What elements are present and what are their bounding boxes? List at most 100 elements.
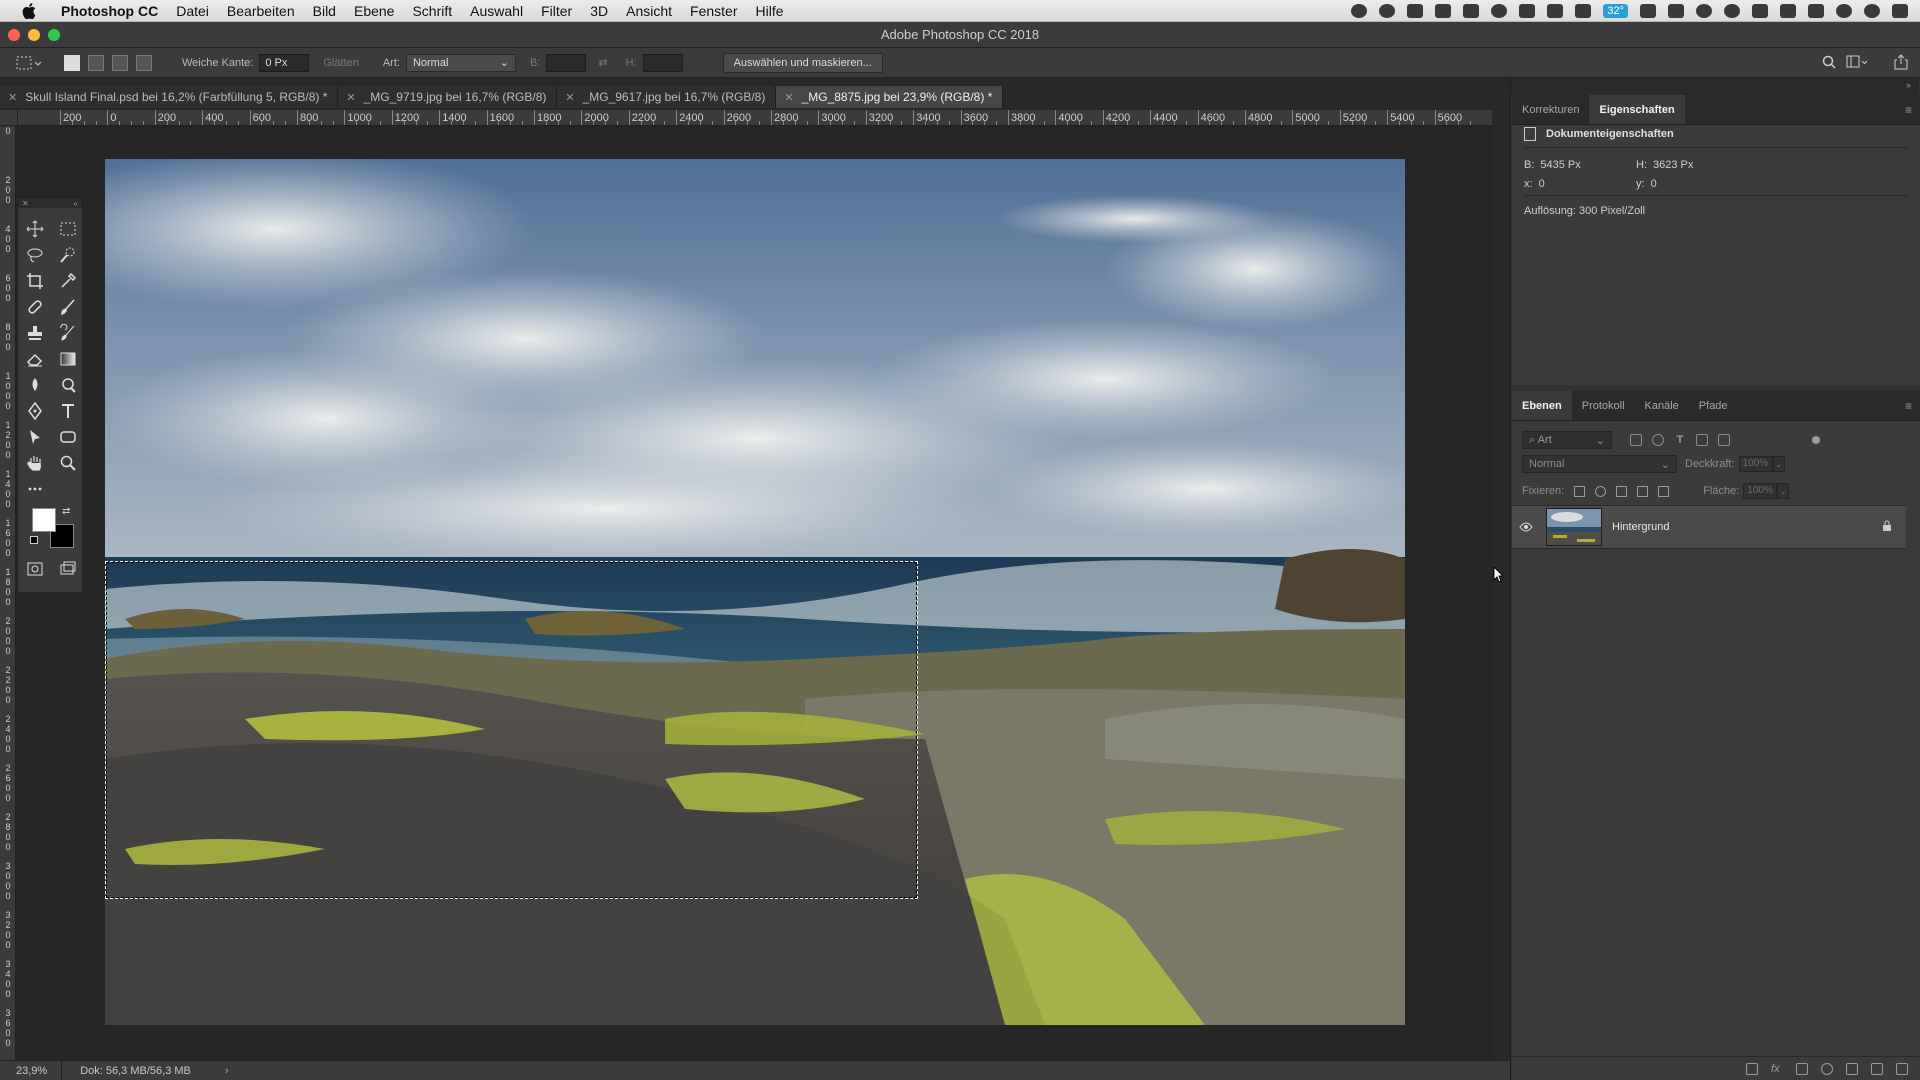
workspace-icon[interactable]	[1846, 55, 1868, 72]
width-property-value[interactable]: 5435 Px	[1540, 159, 1580, 171]
box-icon[interactable]	[1575, 4, 1592, 18]
swap-dimensions-icon[interactable]: ⇄	[598, 56, 607, 69]
quick-mask-icon[interactable]	[18, 556, 51, 582]
eye-icon[interactable]	[1512, 522, 1540, 532]
menu-filter[interactable]: Filter	[532, 3, 581, 19]
airplay-icon[interactable]	[1780, 4, 1796, 18]
toolbox-header[interactable]: ✕ «	[18, 198, 82, 208]
tab-kanaele[interactable]: Kanäle	[1635, 391, 1689, 420]
share-icon[interactable]	[1894, 54, 1908, 73]
lock-all-icon[interactable]	[1658, 485, 1670, 497]
close-tab-icon[interactable]: ✕	[8, 91, 17, 104]
tab-mg-8875[interactable]: ✕ _MG_8875.jpg bei 23,9% (RGB/8) *	[776, 86, 1004, 108]
menu-fenster[interactable]: Fenster	[681, 3, 746, 19]
display-icon[interactable]	[1463, 4, 1480, 18]
shape-filter-icon[interactable]	[1696, 434, 1708, 446]
width-input[interactable]	[546, 53, 587, 72]
panel-menu-icon[interactable]: ≡	[1905, 399, 1912, 413]
link-layers-icon[interactable]	[1746, 1062, 1758, 1075]
subtract-selection-icon[interactable]	[112, 54, 128, 71]
collapse-dock-icon[interactable]: »	[1906, 80, 1911, 90]
clone-stamp-icon[interactable]	[18, 320, 51, 346]
eyedropper-icon[interactable]	[51, 268, 84, 294]
menu-ebene[interactable]: Ebene	[345, 3, 403, 19]
pixel-filter-icon[interactable]	[1630, 434, 1642, 446]
tab-eigenschaften[interactable]: Eigenschaften	[1589, 95, 1685, 124]
spotlight-search-icon[interactable]	[1836, 4, 1852, 18]
record-icon[interactable]	[1351, 4, 1368, 18]
smart-object-filter-icon[interactable]	[1718, 434, 1730, 446]
rectangle-shape-icon[interactable]	[51, 424, 84, 450]
new-layer-icon[interactable]	[1871, 1062, 1883, 1075]
feather-input[interactable]: 0 Px	[259, 53, 310, 72]
filter-toggle-icon[interactable]	[1812, 436, 1820, 444]
close-tab-icon[interactable]: ✕	[346, 91, 355, 104]
rectangular-marquee-icon[interactable]	[51, 216, 84, 242]
tab-pfade[interactable]: Pfade	[1689, 391, 1738, 420]
screen-mode-icon[interactable]	[51, 556, 84, 582]
fill-input[interactable]: 100%	[1743, 483, 1778, 499]
new-group-icon[interactable]	[1846, 1062, 1858, 1075]
close-icon[interactable]: ✕	[22, 199, 29, 208]
document-image[interactable]	[105, 159, 1405, 1025]
style-select[interactable]: Normal ⌄	[405, 53, 516, 72]
tab-korrekturen[interactable]: Korrekturen	[1512, 95, 1589, 124]
brush-icon[interactable]	[51, 294, 84, 320]
weather-badge[interactable]: 32°	[1603, 4, 1628, 18]
antialias-checkbox[interactable]: Glätten	[323, 57, 358, 69]
gradient-icon[interactable]	[51, 346, 84, 372]
fx-icon[interactable]: fx	[1771, 1063, 1783, 1075]
lock-pixels-icon[interactable]	[1595, 485, 1607, 497]
lock-artboard-icon[interactable]	[1637, 485, 1649, 497]
tool-preset-picker[interactable]	[16, 53, 46, 73]
new-selection-icon[interactable]	[64, 54, 80, 71]
layer-name[interactable]: Hintergrund	[1612, 521, 1669, 533]
intersect-selection-icon[interactable]	[136, 54, 152, 71]
lock-position-icon[interactable]	[1616, 485, 1628, 497]
opacity-input[interactable]: 100%	[1738, 456, 1773, 472]
menu-hilfe[interactable]: Hilfe	[747, 3, 793, 19]
menu-3d[interactable]: 3D	[581, 3, 617, 19]
layer-filter-select[interactable]: ⌕ Art ⌄	[1522, 431, 1612, 449]
lasso-icon[interactable]	[18, 242, 51, 268]
lock-transparency-icon[interactable]	[1574, 485, 1586, 497]
ruler-corner[interactable]	[0, 110, 18, 126]
add-mask-icon[interactable]	[1796, 1062, 1808, 1075]
document-info[interactable]: Dok: 56,3 MB/56,3 MB	[62, 1065, 205, 1077]
layer-thumbnail[interactable]	[1546, 508, 1602, 546]
layer-lock-icon[interactable]	[1882, 520, 1892, 535]
trash-icon[interactable]	[1896, 1062, 1908, 1075]
adjustment-layer-icon[interactable]	[1821, 1062, 1833, 1075]
battery-icon[interactable]	[1808, 4, 1824, 18]
evernote-icon[interactable]	[1519, 4, 1536, 18]
select-and-mask-button[interactable]: Auswählen und maskieren...	[722, 52, 883, 73]
tab-skull-island[interactable]: ✕ Skull Island Final.psd bei 16,2% (Farbf…	[0, 86, 339, 108]
foreground-color-swatch[interactable]	[32, 508, 56, 532]
menu-schrift[interactable]: Schrift	[403, 3, 461, 19]
siri-icon[interactable]	[1864, 4, 1880, 18]
script-icon[interactable]	[1547, 4, 1564, 18]
app-icon[interactable]	[1435, 4, 1452, 18]
swap-colors-icon[interactable]: ⇄	[62, 506, 70, 517]
horizontal-ruler[interactable]: 200 0 200 400 600 800 1000 1200 1400 1600 1800 2000…	[18, 110, 1492, 126]
eraser-icon[interactable]	[18, 346, 51, 372]
hd-icon[interactable]	[1640, 4, 1656, 18]
vertical-ruler[interactable]: 0 200 400 600 800 1000 1200 1400 1600 1800 2000 220…	[0, 126, 16, 1060]
menu-auswahl[interactable]: Auswahl	[461, 3, 532, 19]
wifi-icon[interactable]	[1752, 4, 1768, 18]
dropbox-icon[interactable]	[1407, 4, 1424, 18]
menu-bild[interactable]: Bild	[304, 3, 345, 19]
search-icon[interactable]	[1822, 55, 1836, 72]
zoom-icon[interactable]	[51, 450, 84, 476]
tab-protokoll[interactable]: Protokoll	[1572, 391, 1635, 420]
canvas-area[interactable]	[16, 126, 1492, 1060]
tab-mg-9719[interactable]: ✕ _MG_9719.jpg bei 16,7% (RGB/8)	[338, 86, 558, 108]
move-tool-icon[interactable]	[18, 216, 51, 242]
y-property-value[interactable]: 0	[1651, 178, 1657, 190]
menu-ansicht[interactable]: Ansicht	[617, 3, 681, 19]
layer-row[interactable]: Hintergrund	[1512, 505, 1906, 549]
notification-center-icon[interactable]	[1892, 4, 1908, 18]
type-filter-icon[interactable]: T	[1674, 434, 1686, 446]
healing-brush-icon[interactable]	[18, 294, 51, 320]
sync-icon[interactable]	[1379, 4, 1396, 18]
